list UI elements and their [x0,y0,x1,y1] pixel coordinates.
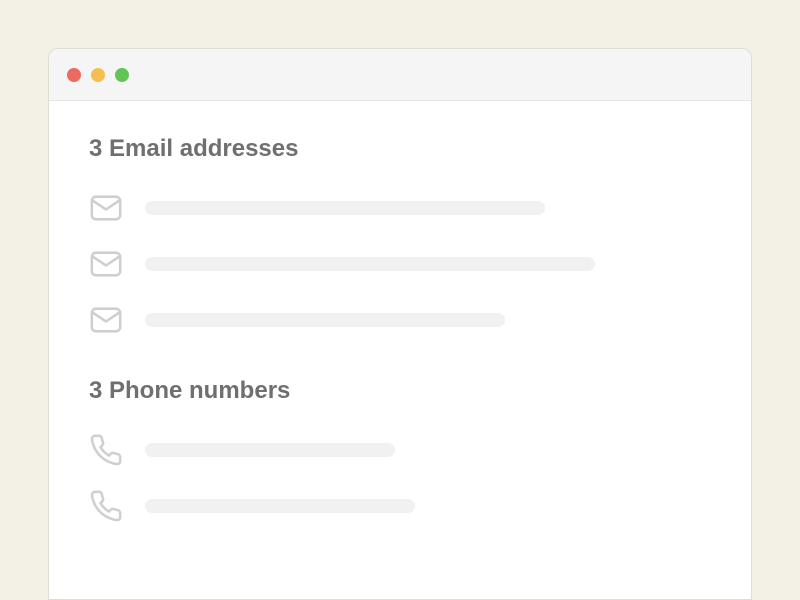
email-placeholder [145,313,505,327]
list-item [89,303,711,337]
emails-section: 3 Email addresses [89,135,711,337]
phone-placeholder [145,499,415,513]
phones-section-title: 3 Phone numbers [89,377,711,405]
phone-icon [89,489,123,523]
mail-icon [89,191,123,225]
close-button[interactable] [67,68,81,82]
phone-placeholder [145,443,395,457]
mail-icon [89,247,123,281]
list-item [89,489,711,523]
titlebar [49,49,751,101]
content-area: 3 Email addresses 3 Phon [49,101,751,523]
mail-icon [89,303,123,337]
maximize-button[interactable] [115,68,129,82]
list-item [89,247,711,281]
list-item [89,433,711,467]
app-window: 3 Email addresses 3 Phon [48,48,752,600]
phones-section: 3 Phone numbers [89,377,711,523]
email-placeholder [145,201,545,215]
phone-icon [89,433,123,467]
emails-section-title: 3 Email addresses [89,135,711,163]
list-item [89,191,711,225]
minimize-button[interactable] [91,68,105,82]
email-placeholder [145,257,595,271]
